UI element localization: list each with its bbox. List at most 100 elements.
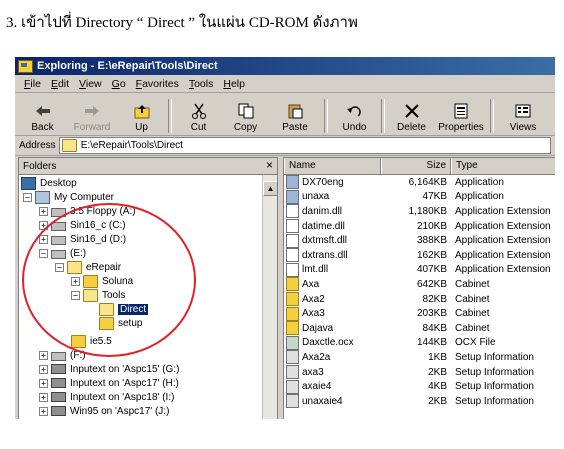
file-name: unaxa [302, 191, 330, 203]
toolbar-separator [324, 99, 328, 133]
file-name-cell: dxtrans.dll [284, 248, 381, 263]
file-type: Application [455, 176, 504, 188]
tree-item-drive-i[interactable]: + Inputext on 'Aspc18' (I:) [39, 390, 174, 404]
file-row[interactable]: Axa2 82KB Cabinet [284, 292, 555, 307]
cut-button[interactable]: Cut [175, 95, 222, 135]
file-name: Axa [302, 278, 320, 290]
cab-file-icon [286, 306, 299, 321]
forward-button[interactable]: Forward [66, 95, 118, 135]
folders-scrollbar[interactable]: ▲ [262, 175, 277, 419]
instruction-caption: 3. เข้าไปที่ Directory “ Direct ” ในแผ่น… [6, 15, 358, 31]
expand-toggle-icon[interactable]: + [39, 392, 48, 402]
undo-icon [346, 106, 361, 117]
expand-toggle-icon[interactable]: + [39, 378, 48, 388]
highlight-circle [22, 203, 196, 357]
menu-view[interactable]: View [79, 78, 102, 90]
file-name: dxtmsft.dll [302, 235, 348, 247]
file-size: 407KB [416, 264, 447, 276]
file-type: OCX File [455, 337, 496, 349]
file-row[interactable]: Axa3 203KB Cabinet [284, 306, 555, 321]
expand-toggle-icon[interactable]: + [39, 350, 48, 360]
file-row[interactable]: unaxaie4 2KB Setup Information [284, 394, 555, 409]
file-type: Cabinet [455, 308, 490, 320]
file-row[interactable]: Daxctle.ocx 144KB OCX File [284, 335, 555, 351]
menu-go[interactable]: Go [112, 78, 126, 90]
file-row[interactable]: danim.dll 1,180KB Application Extension [284, 204, 555, 219]
network-drive-icon [51, 392, 66, 402]
file-type: Setup Information [455, 395, 534, 407]
delete-button[interactable]: Delete [388, 95, 435, 135]
expand-toggle-icon[interactable]: + [39, 206, 48, 216]
file-type: Application Extension [455, 249, 551, 261]
file-name-cell: Daxctle.ocx [284, 335, 381, 350]
menu-edit[interactable]: Edit [51, 78, 69, 90]
file-name: lmt.dll [302, 264, 329, 276]
dll-file-icon [286, 248, 299, 263]
file-row[interactable]: axaie4 4KB Setup Information [284, 379, 555, 394]
forward-arrow-icon [85, 106, 99, 116]
file-size: 1KB [428, 351, 447, 363]
views-icon [515, 104, 531, 118]
file-name-cell: Axa [284, 277, 381, 292]
tree-item-my-computer[interactable]: − My Computer [23, 190, 114, 204]
views-button[interactable]: Views [497, 95, 549, 135]
address-input[interactable]: E:\eRepair\Tools\Direct [58, 137, 551, 154]
back-button[interactable]: Back [19, 95, 66, 135]
file-row[interactable]: lmt.dll 407KB Application Extension [284, 262, 555, 278]
paste-button[interactable]: Paste [269, 95, 321, 135]
file-row[interactable]: dxtrans.dll 162KB Application Extension [284, 248, 555, 263]
tree-item-desktop[interactable]: Desktop [21, 176, 77, 190]
scroll-up-arrow-icon[interactable]: ▲ [263, 181, 277, 196]
up-button[interactable]: Up [118, 95, 165, 135]
file-type: Application Extension [455, 264, 551, 276]
network-drive-icon [51, 378, 66, 388]
copy-button[interactable]: Copy [222, 95, 269, 135]
file-size: 4KB [428, 381, 447, 393]
inf-file-icon [286, 379, 299, 394]
network-drive-icon [51, 406, 66, 416]
file-row[interactable]: unaxa 47KB Application [284, 189, 555, 205]
file-name-cell: unaxa [284, 189, 381, 204]
copy-icon [238, 103, 253, 119]
title-bar[interactable]: Exploring - E:\eRepair\Tools\Direct [15, 57, 555, 75]
dll-file-icon [286, 262, 299, 277]
file-type: Cabinet [455, 293, 490, 305]
file-row[interactable]: Dajava 84KB Cabinet [284, 321, 555, 336]
paste-icon [288, 104, 303, 119]
undo-button[interactable]: Undo [331, 95, 378, 135]
file-row[interactable]: DX70eng 6,164KB Application [284, 175, 555, 190]
expand-toggle-icon[interactable]: + [39, 406, 48, 416]
file-list-pane: Name Size Type DX70eng 6,164KB Application… [283, 157, 555, 419]
file-size: 210KB [416, 220, 447, 232]
tree-item-drive-g[interactable]: + Inputext on 'Aspc15' (G:) [39, 362, 179, 376]
close-pane-icon[interactable]: × [266, 158, 273, 172]
cdrom-drive-icon [51, 351, 66, 361]
file-row[interactable]: Axa2a 1KB Setup Information [284, 350, 555, 365]
file-name: Daxctle.ocx [302, 337, 354, 349]
file-name: Dajava [302, 322, 334, 334]
file-row[interactable]: Axa 642KB Cabinet [284, 277, 555, 292]
expand-toggle-icon[interactable]: + [39, 364, 48, 374]
file-row[interactable]: datime.dll 210KB Application Extension [284, 219, 555, 234]
toolbar-separator [168, 99, 172, 133]
menu-bar: File Edit View Go Favorites Tools Help [15, 75, 555, 93]
menu-file[interactable]: File [24, 78, 41, 90]
properties-button[interactable]: Properties [435, 95, 487, 135]
tree-item-drive-h[interactable]: + Inputext on 'Aspc17' (H:) [39, 376, 179, 390]
back-arrow-icon [35, 106, 50, 116]
collapse-toggle-icon[interactable]: − [23, 192, 32, 202]
file-row[interactable]: axa3 2KB Setup Information [284, 365, 555, 380]
tree-item-drive-j[interactable]: + Win95 on 'Aspc17' (J:) [39, 404, 169, 418]
file-name: danim.dll [302, 205, 343, 217]
file-row[interactable]: dxtmsft.dll 388KB Application Extension [284, 233, 555, 248]
menu-help[interactable]: Help [223, 78, 245, 90]
menu-favorites[interactable]: Favorites [136, 78, 179, 90]
column-name[interactable]: Name [284, 158, 381, 174]
menu-tools[interactable]: Tools [189, 78, 214, 90]
file-type: Cabinet [455, 322, 490, 334]
column-type[interactable]: Type [451, 158, 555, 174]
file-name-cell: unaxaie4 [284, 394, 381, 409]
column-size[interactable]: Size [381, 158, 451, 174]
file-type: Application [455, 191, 504, 203]
up-folder-icon [134, 105, 149, 119]
